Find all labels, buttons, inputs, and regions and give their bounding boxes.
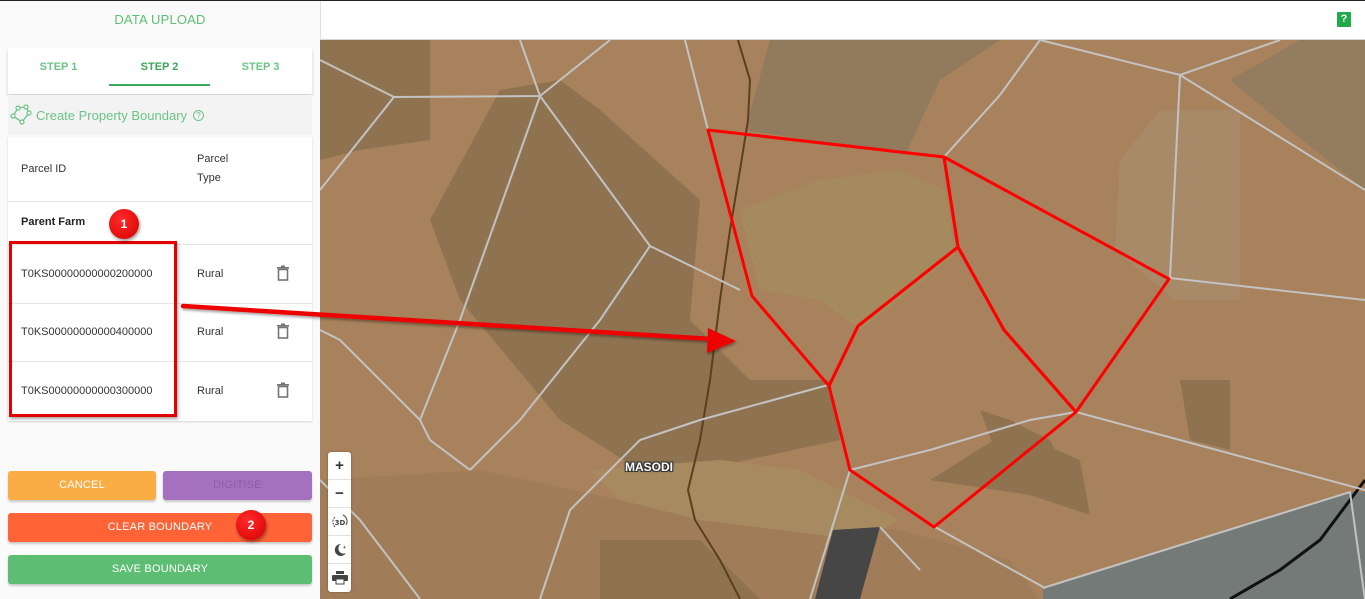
divider — [8, 201, 312, 202]
clear-boundary-button[interactable]: CLEAR BOUNDARY — [8, 513, 312, 542]
printer-icon — [331, 571, 348, 585]
trash-icon[interactable] — [276, 382, 290, 398]
3d-toggle-button[interactable]: 3D — [328, 508, 351, 536]
tab-step-2[interactable]: STEP 2 — [109, 48, 210, 94]
step-tabs: STEP 1 STEP 2 STEP 3 — [8, 48, 312, 94]
cancel-button[interactable]: CANCEL — [8, 471, 156, 500]
digitise-button[interactable]: DIGITISE — [163, 471, 312, 500]
polygon-icon — [10, 104, 32, 125]
tab-step-3[interactable]: STEP 3 — [210, 48, 311, 94]
trash-icon[interactable] — [276, 265, 290, 281]
panel-title: DATA UPLOAD — [114, 12, 206, 27]
question-circle-icon[interactable]: ? — [193, 109, 205, 121]
trash-icon[interactable] — [276, 323, 290, 339]
minus-icon: − — [335, 485, 344, 502]
map-place-label: MASODI — [625, 460, 673, 474]
tab-step-1[interactable]: STEP 1 — [8, 48, 109, 94]
zoom-in-button[interactable]: + — [328, 452, 351, 480]
annotation-highlight-box — [9, 241, 177, 417]
top-bar: ? — [321, 1, 1365, 40]
svg-text:3D: 3D — [334, 519, 345, 527]
map-layer — [320, 40, 1365, 599]
annotation-badge-1: 1 — [109, 209, 139, 239]
save-boundary-button[interactable]: SAVE BOUNDARY — [8, 555, 312, 584]
svg-text:+: + — [343, 545, 346, 551]
section-header: Create Property Boundary ? — [8, 95, 312, 135]
zoom-out-button[interactable]: − — [328, 480, 351, 508]
3d-icon: 3D — [331, 514, 348, 527]
parcel-type: Rural — [197, 326, 224, 338]
group-label: Parent Farm — [21, 216, 86, 228]
window-top-border — [0, 0, 1365, 1]
help-button[interactable]: ? — [1337, 12, 1351, 27]
plus-icon: + — [335, 457, 344, 474]
print-button[interactable] — [328, 564, 351, 592]
column-header-parcel-type-2: Type — [197, 172, 221, 184]
column-header-parcel-id: Parcel ID — [21, 163, 67, 175]
parcel-type: Rural — [197, 385, 224, 397]
moon-icon: + — [334, 543, 346, 556]
parcel-type: Rural — [197, 268, 224, 280]
terrain-patch — [320, 40, 430, 160]
map-canvas[interactable] — [320, 40, 1365, 599]
column-header-parcel-type-1: Parcel — [197, 153, 229, 165]
night-mode-button[interactable]: + — [328, 536, 351, 564]
annotation-badge-2: 2 — [236, 510, 266, 540]
section-title: Create Property Boundary — [36, 107, 188, 123]
map-controls: + − 3D + — [328, 452, 351, 592]
